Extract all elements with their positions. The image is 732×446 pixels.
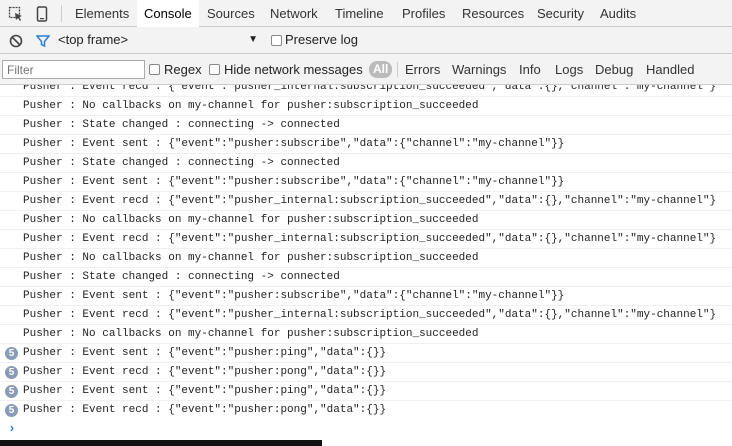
log-row: Pusher : Event sent : {"event":"pusher:s… bbox=[0, 135, 732, 154]
log-text: Pusher : No callbacks on my-channel for … bbox=[23, 214, 479, 226]
tab-console[interactable]: Console bbox=[137, 0, 199, 28]
frame-select-value: <top frame> bbox=[58, 32, 129, 47]
log-text: Pusher : State changed : connecting -> c… bbox=[23, 271, 340, 283]
log-text: Pusher : Event sent : {"event":"pusher:p… bbox=[23, 347, 387, 359]
repeat-count-badge: 5 bbox=[5, 404, 18, 417]
log-row: Pusher : Event sent : {"event":"pusher:s… bbox=[0, 287, 732, 306]
log-text: Pusher : No callbacks on my-channel for … bbox=[23, 328, 479, 340]
console-filter-bar: Regex Hide network messages All Errors W… bbox=[0, 54, 732, 85]
repeat-count-badge: 5 bbox=[5, 385, 18, 398]
log-row: Pusher : State changed : connecting -> c… bbox=[0, 268, 732, 287]
log-text: Pusher : State changed : connecting -> c… bbox=[23, 119, 340, 131]
filter-input[interactable] bbox=[2, 60, 145, 79]
filter-icon[interactable] bbox=[31, 27, 55, 54]
level-debug[interactable]: Debug bbox=[592, 61, 636, 78]
prompt-chevron-icon: › bbox=[8, 421, 16, 436]
hide-network-label: Hide network messages bbox=[224, 62, 363, 77]
bottom-edge-bar bbox=[0, 440, 322, 446]
console-prompt[interactable]: › bbox=[0, 420, 732, 440]
log-text: Pusher : Event recd : {"event":"pusher_i… bbox=[23, 309, 717, 321]
hide-network-checkbox[interactable] bbox=[209, 64, 220, 75]
level-logs[interactable]: Logs bbox=[552, 61, 586, 78]
log-row: 5 Pusher : Event recd : {"event":"pusher:… bbox=[0, 401, 732, 419]
frame-select[interactable]: <top frame> ▼ bbox=[58, 31, 264, 49]
log-text: Pusher : Event recd : {"event":"pusher_i… bbox=[23, 195, 717, 207]
console-toolbar: <top frame> ▼ Preserve log bbox=[0, 27, 732, 54]
levels-divider bbox=[397, 62, 398, 77]
preserve-log-label: Preserve log bbox=[285, 32, 358, 47]
device-mode-icon[interactable] bbox=[30, 0, 54, 27]
log-row: Pusher : State changed : connecting -> c… bbox=[0, 116, 732, 135]
log-row: Pusher : Event recd : {"event":"pusher_i… bbox=[0, 230, 732, 249]
log-text: Pusher : Event sent : {"event":"pusher:s… bbox=[23, 290, 565, 302]
preserve-log-checkbox[interactable] bbox=[271, 35, 282, 46]
log-text: Pusher : Event recd : {"event":"pusher_i… bbox=[23, 85, 717, 93]
log-row: Pusher : Event recd : {"event":"pusher_i… bbox=[0, 192, 732, 211]
devtools-tabbar: Elements Console Sources Network Timelin… bbox=[0, 0, 732, 28]
log-text: Pusher : Event sent : {"event":"pusher:s… bbox=[23, 176, 565, 188]
log-row: 5 Pusher : Event sent : {"event":"pusher:… bbox=[0, 382, 732, 401]
tab-elements[interactable]: Elements bbox=[68, 0, 136, 26]
tab-audits[interactable]: Audits bbox=[593, 0, 643, 26]
log-text: Pusher : No callbacks on my-channel for … bbox=[23, 100, 479, 112]
log-text: Pusher : No callbacks on my-channel for … bbox=[23, 252, 479, 264]
log-row: 5 Pusher : Event sent : {"event":"pusher:… bbox=[0, 344, 732, 363]
regex-checkbox[interactable] bbox=[149, 64, 160, 75]
log-text: Pusher : Event recd : {"event":"pusher:p… bbox=[23, 404, 387, 416]
log-row: Pusher : Event recd : {"event":"pusher_i… bbox=[0, 85, 732, 97]
log-text: Pusher : Event sent : {"event":"pusher:p… bbox=[23, 385, 387, 397]
log-row: Pusher : Event recd : {"event":"pusher_i… bbox=[0, 306, 732, 325]
dropdown-caret-icon: ▼ bbox=[248, 34, 258, 45]
tab-network[interactable]: Network bbox=[263, 0, 325, 26]
log-text: Pusher : Event recd : {"event":"pusher_i… bbox=[23, 233, 717, 245]
tab-sources[interactable]: Sources bbox=[200, 0, 262, 26]
log-text: Pusher : State changed : connecting -> c… bbox=[23, 157, 340, 169]
tab-security[interactable]: Security bbox=[530, 0, 591, 26]
level-handled[interactable]: Handled bbox=[643, 61, 697, 78]
level-info[interactable]: Info bbox=[516, 61, 544, 78]
tabbar-divider bbox=[61, 5, 62, 22]
log-row: Pusher : No callbacks on my-channel for … bbox=[0, 211, 732, 230]
console-log[interactable]: Pusher : Event recd : {"event":"pusher_i… bbox=[0, 85, 732, 419]
regex-label: Regex bbox=[164, 62, 202, 77]
tab-resources[interactable]: Resources bbox=[455, 0, 531, 26]
level-warnings[interactable]: Warnings bbox=[449, 61, 509, 78]
level-errors[interactable]: Errors bbox=[402, 61, 443, 78]
log-text: Pusher : Event sent : {"event":"pusher:s… bbox=[23, 138, 565, 150]
inspect-element-icon[interactable] bbox=[4, 0, 28, 27]
log-row: Pusher : State changed : connecting -> c… bbox=[0, 154, 732, 173]
log-row: 5 Pusher : Event recd : {"event":"pusher:… bbox=[0, 363, 732, 382]
tab-profiles[interactable]: Profiles bbox=[395, 0, 452, 26]
level-all[interactable]: All bbox=[369, 61, 393, 78]
log-text: Pusher : Event recd : {"event":"pusher:p… bbox=[23, 366, 387, 378]
repeat-count-badge: 5 bbox=[5, 347, 18, 360]
log-row: Pusher : No callbacks on my-channel for … bbox=[0, 97, 732, 116]
repeat-count-badge: 5 bbox=[5, 366, 18, 379]
clear-console-icon[interactable] bbox=[4, 27, 28, 54]
log-row: Pusher : Event sent : {"event":"pusher:s… bbox=[0, 173, 732, 192]
tab-timeline[interactable]: Timeline bbox=[328, 0, 391, 26]
log-row: Pusher : No callbacks on my-channel for … bbox=[0, 325, 732, 344]
log-row: Pusher : No callbacks on my-channel for … bbox=[0, 249, 732, 268]
